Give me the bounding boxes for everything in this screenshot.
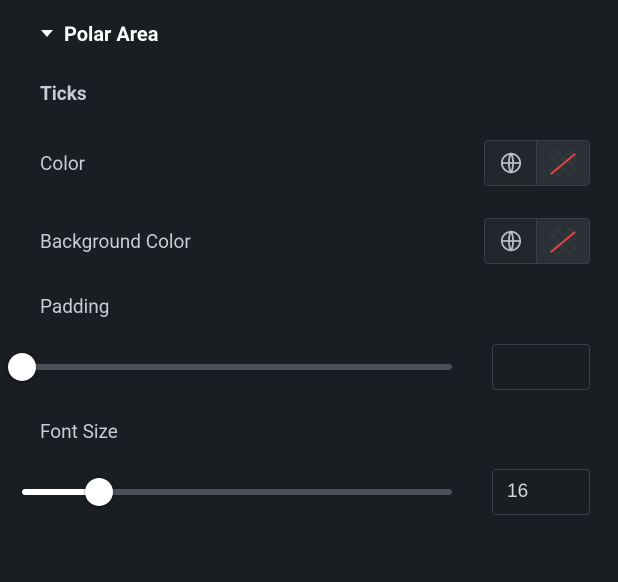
label-font-size: Font Size — [40, 420, 590, 443]
font-size-slider[interactable] — [22, 480, 452, 504]
section-header[interactable]: Polar Area — [40, 22, 590, 46]
section-title: Polar Area — [64, 22, 158, 46]
label-background-color: Background Color — [40, 230, 191, 253]
label-color: Color — [40, 152, 85, 175]
padding-section: Padding — [40, 295, 590, 390]
globe-button[interactable] — [485, 141, 537, 185]
slider-thumb[interactable] — [8, 353, 36, 381]
slider-thumb[interactable] — [85, 478, 113, 506]
row-background-color: Background Color — [40, 217, 590, 265]
settings-panel: Polar Area Ticks Color — [0, 0, 618, 567]
globe-icon — [500, 230, 522, 252]
globe-button[interactable] — [485, 219, 537, 263]
color-control — [484, 140, 590, 186]
label-padding: Padding — [40, 295, 590, 318]
padding-input[interactable] — [492, 344, 590, 390]
subsection-title: Ticks — [40, 82, 590, 105]
no-color-icon — [549, 149, 577, 177]
row-color: Color — [40, 139, 590, 187]
no-color-icon — [549, 227, 577, 255]
background-color-control — [484, 218, 590, 264]
font-size-input[interactable] — [492, 469, 590, 515]
caret-down-icon — [40, 27, 54, 41]
color-swatch[interactable] — [537, 219, 589, 263]
font-size-section: Font Size — [40, 420, 590, 515]
globe-icon — [500, 152, 522, 174]
color-swatch[interactable] — [537, 141, 589, 185]
padding-slider[interactable] — [22, 355, 452, 379]
